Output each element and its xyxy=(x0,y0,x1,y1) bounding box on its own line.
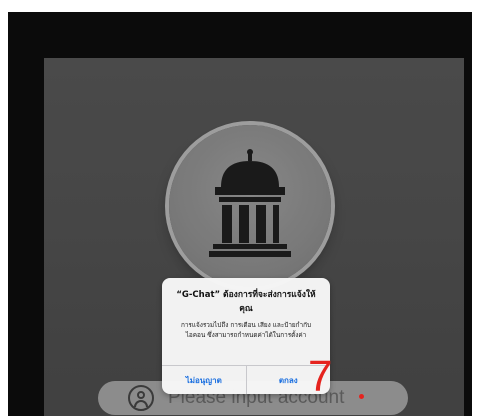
app-logo xyxy=(169,125,331,287)
phone-frame: “G-Chat” ต้องการที่จะส่งการแจ้งให้คุณ กา… xyxy=(8,12,472,416)
dialog-button-bar: ไม่อนุญาต ตกลง xyxy=(162,365,330,394)
notification-permission-dialog: “G-Chat” ต้องการที่จะส่งการแจ้งให้คุณ กา… xyxy=(162,278,330,394)
government-building-icon xyxy=(209,149,291,257)
user-icon xyxy=(128,385,154,411)
step-annotation-number: 7 xyxy=(308,352,333,401)
dont-allow-button[interactable]: ไม่อนุญาต xyxy=(162,366,247,394)
step-annotation-dot xyxy=(359,394,364,399)
dialog-title: “G-Chat” ต้องการที่จะส่งการแจ้งให้คุณ xyxy=(176,290,316,314)
dialog-message: การแจ้งรวมไปถึง การเตือน เสียง และป้ายกำ… xyxy=(180,321,312,339)
